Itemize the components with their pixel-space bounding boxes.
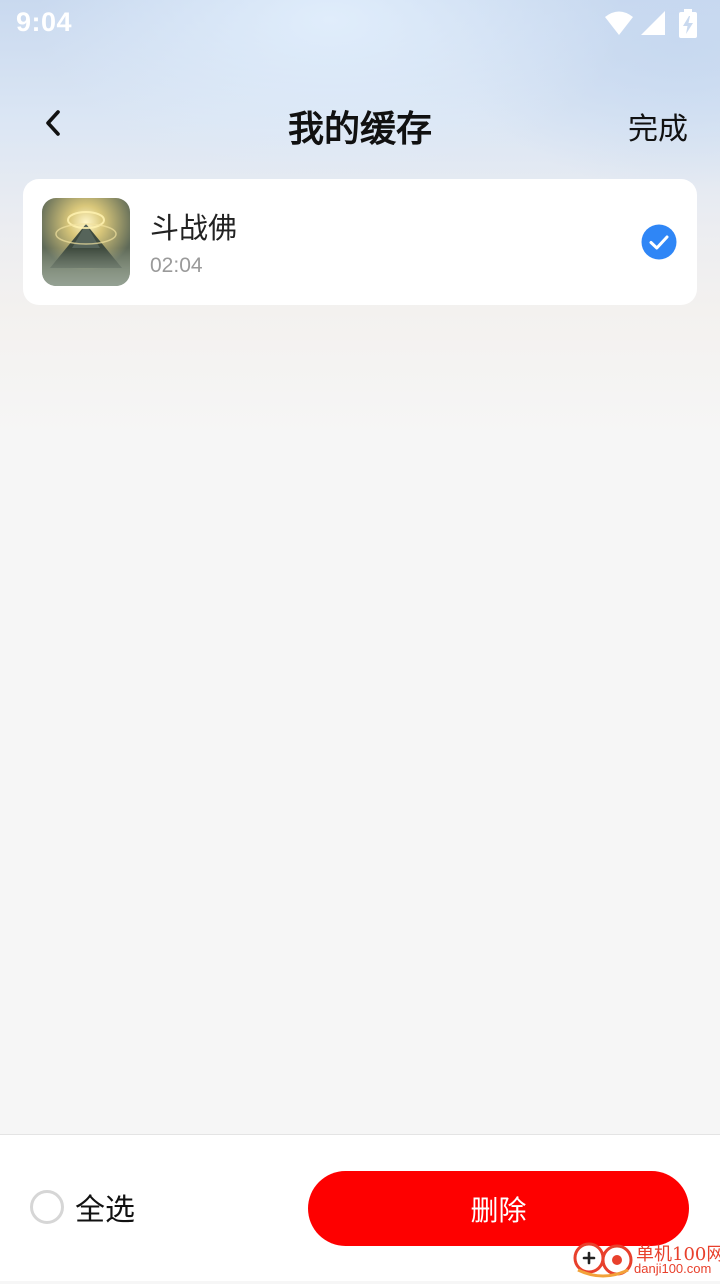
watermark-url: danji100.com [634, 1261, 712, 1276]
signal-icon [640, 9, 666, 41]
page-title: 我的缓存 [287, 109, 432, 150]
item-checkbox[interactable] [641, 224, 677, 260]
done-button[interactable]: 完成 [628, 104, 688, 148]
status-icons [604, 9, 700, 39]
list-item[interactable]: 斗战佛 02:04 [23, 179, 697, 305]
item-thumbnail [42, 198, 130, 286]
watermark: 单机100网 danji100.com [570, 1240, 720, 1280]
select-all-radio[interactable] [30, 1190, 64, 1224]
nav-bar: 我的缓存 完成 [0, 88, 720, 158]
wifi-icon [604, 9, 634, 41]
status-time: 9:04 [16, 7, 73, 37]
item-duration: 02:04 [150, 254, 203, 277]
check-circle-icon [641, 224, 677, 264]
status-bar: 9:04 [0, 0, 720, 50]
battery-charging-icon [678, 9, 698, 43]
item-title: 斗战佛 [150, 211, 238, 245]
select-all-toggle[interactable]: 全选 [30, 1187, 135, 1228]
select-all-label: 全选 [75, 1193, 135, 1228]
delete-button[interactable]: 删除 [308, 1171, 689, 1246]
watermark-logo-icon [570, 1240, 636, 1284]
